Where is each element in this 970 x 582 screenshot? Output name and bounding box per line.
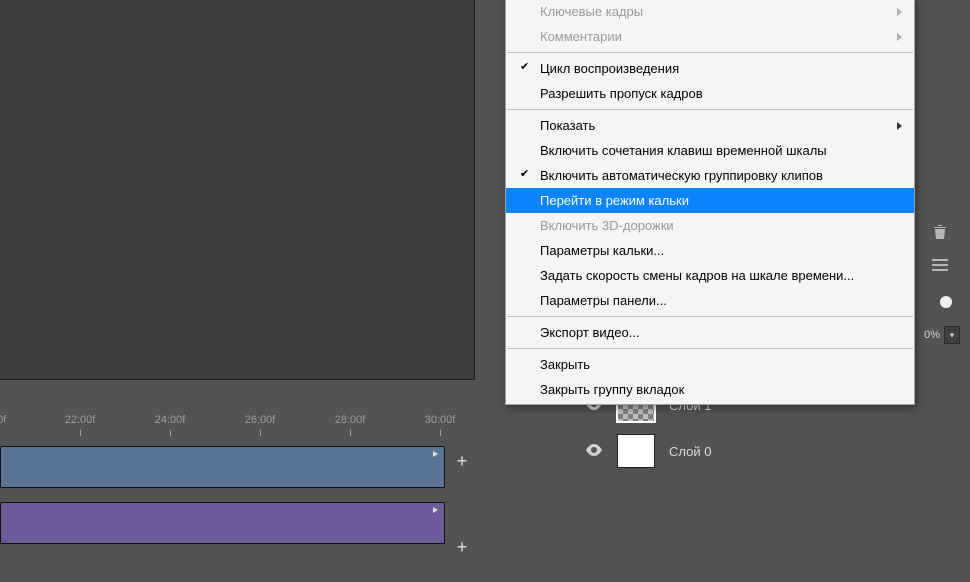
add-track-button[interactable]: + xyxy=(449,448,475,474)
ruler-label: 22:00f xyxy=(65,414,96,426)
play-icon xyxy=(430,505,440,515)
trash-icon[interactable] xyxy=(928,224,952,244)
ruler-label: 26:00f xyxy=(245,414,276,426)
menu-comments: Комментарии xyxy=(506,24,914,49)
timeline: 20:00f 22:00f 24:00f 26:00f 28:00f 30:00… xyxy=(0,398,475,582)
menu-onion-skin-mode[interactable]: Перейти в режим кальки xyxy=(506,188,914,213)
menu-set-frame-rate[interactable]: Задать скорость смены кадров на шкале вр… xyxy=(506,263,914,288)
menu-allow-frame-skip[interactable]: Разрешить пропуск кадров xyxy=(506,81,914,106)
menu-separator xyxy=(507,316,913,317)
ruler-label: 24:00f xyxy=(155,414,186,426)
visibility-icon[interactable] xyxy=(585,443,603,459)
timeline-context-menu: Ключевые кадры Комментарии Цикл воспроиз… xyxy=(505,0,915,405)
menu-loop-playback[interactable]: Цикл воспроизведения xyxy=(506,56,914,81)
menu-panel-options[interactable]: Параметры панели... xyxy=(506,288,914,313)
menu-onion-skin-params[interactable]: Параметры кальки... xyxy=(506,238,914,263)
panel-menu-icon[interactable] xyxy=(928,258,952,275)
menu-separator xyxy=(507,52,913,53)
ruler-label: 28:00f xyxy=(335,414,366,426)
play-icon xyxy=(430,449,440,459)
menu-separator xyxy=(507,109,913,110)
preview-canvas xyxy=(0,0,475,380)
add-track-button[interactable]: + xyxy=(449,534,475,560)
menu-close[interactable]: Закрыть xyxy=(506,352,914,377)
menu-enable-auto-group[interactable]: Включить автоматическую группировку клип… xyxy=(506,163,914,188)
timeline-ruler[interactable]: 20:00f 22:00f 24:00f 26:00f 28:00f 30:00… xyxy=(0,398,475,442)
video-track-2[interactable] xyxy=(0,502,445,544)
layer-row[interactable]: Слой 0 xyxy=(585,428,945,474)
video-track-1[interactable] xyxy=(0,446,445,488)
menu-show[interactable]: Показать xyxy=(506,113,914,138)
layer-name: Слой 0 xyxy=(669,444,711,459)
ruler-label: 30:00f xyxy=(425,414,456,426)
color-swatch[interactable] xyxy=(940,296,952,308)
menu-enable-timeline-shortcuts[interactable]: Включить сочетания клавиш временной шкал… xyxy=(506,138,914,163)
layer-thumbnail[interactable] xyxy=(617,434,655,468)
menu-enable-3d-tracks: Включить 3D-дорожки xyxy=(506,213,914,238)
menu-keyframes: Ключевые кадры xyxy=(506,0,914,24)
chevron-down-icon[interactable]: ▾ xyxy=(944,326,960,344)
menu-close-tab-group[interactable]: Закрыть группу вкладок xyxy=(506,377,914,402)
menu-export-video[interactable]: Экспорт видео... xyxy=(506,320,914,345)
ruler-label: 20:00f xyxy=(0,414,6,426)
opacity-value: 0% xyxy=(924,329,940,341)
menu-separator xyxy=(507,348,913,349)
